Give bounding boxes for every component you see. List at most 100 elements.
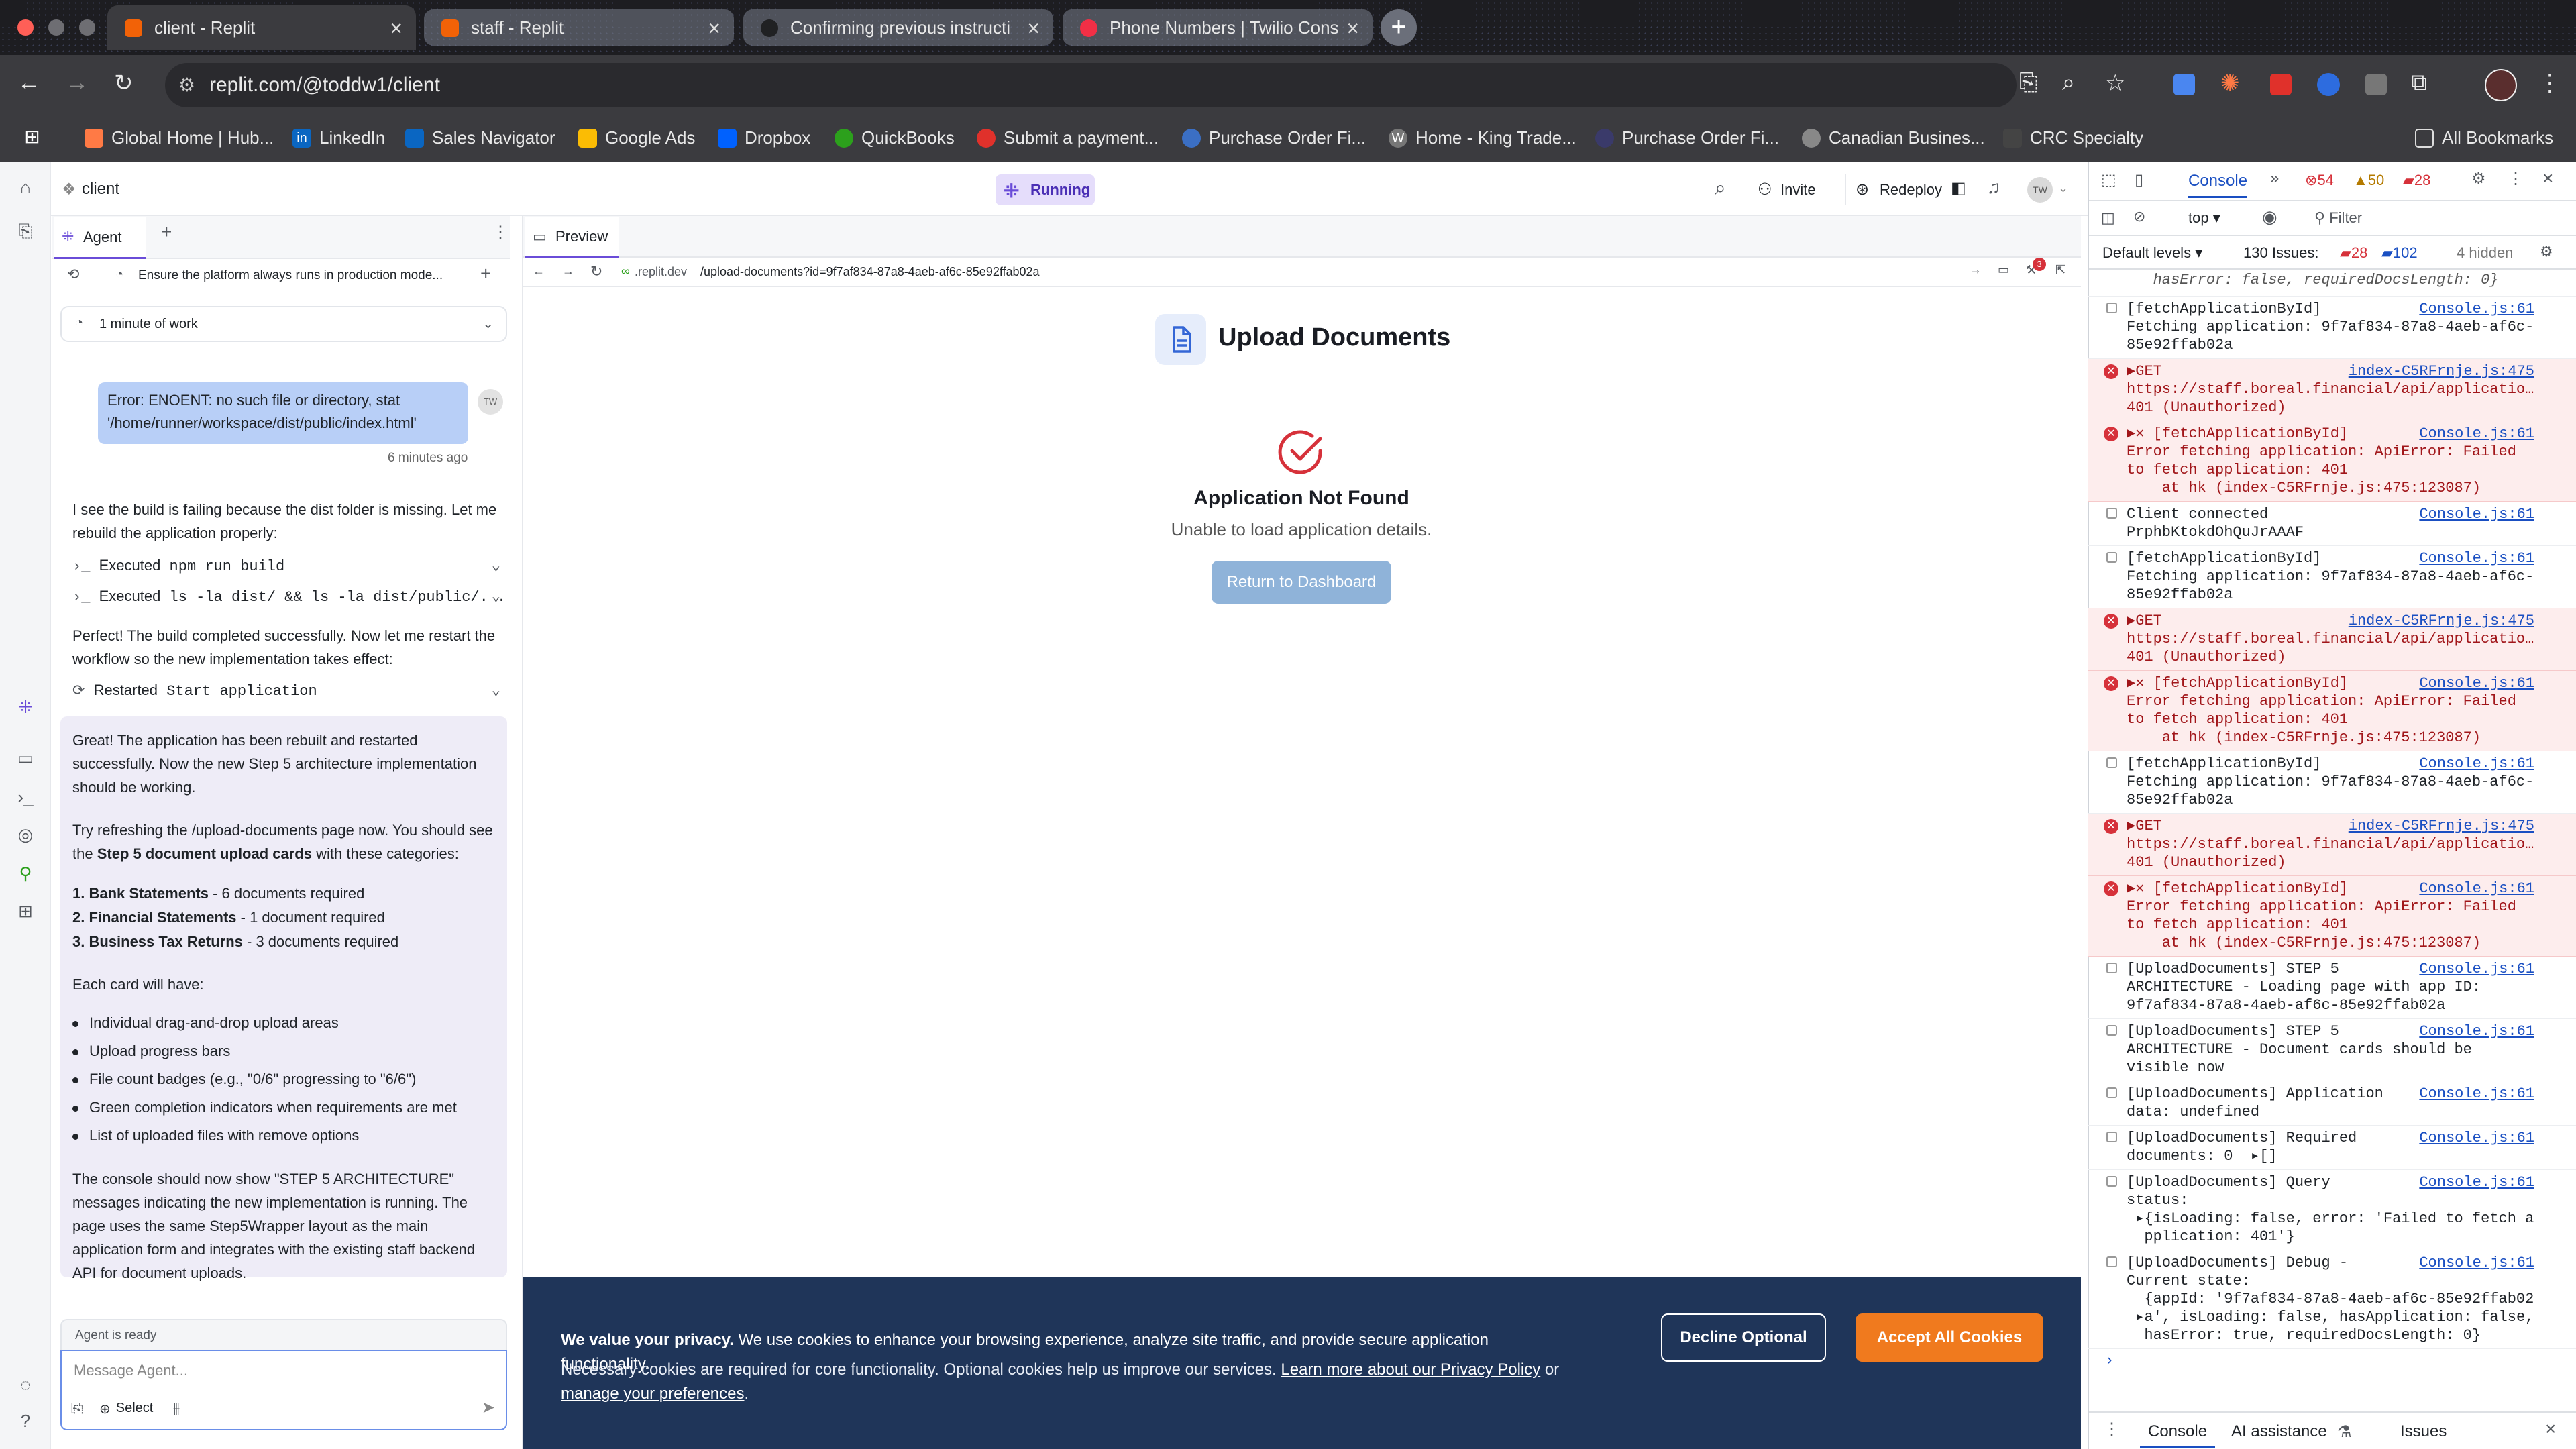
checkpoint-selector[interactable]: ◔ Ensure the platform always runs in pro… bbox=[102, 260, 478, 291]
console-error-row[interactable]: ✕ ▶✕ [fetchApplicationById] Error fetchin… bbox=[2088, 421, 2576, 502]
bookmark-google-ads[interactable]: Google Ads bbox=[578, 127, 695, 148]
inspect-element-icon[interactable]: ⬚ bbox=[2101, 170, 2116, 190]
apps-grid-icon[interactable]: ⊞ bbox=[23, 127, 42, 146]
console-log-row[interactable]: [UploadDocuments] Required documents: 0 … bbox=[2088, 1126, 2576, 1170]
console-log-row[interactable]: [UploadDocuments] STEP 5 ARCHITECTURE - … bbox=[2088, 1019, 2576, 1081]
console-log-row[interactable]: [UploadDocuments] Application data: unde… bbox=[2088, 1081, 2576, 1126]
redeploy-button[interactable]: ⊛ Redeploy bbox=[1845, 174, 1951, 205]
attach-icon[interactable]: ⎘ bbox=[71, 1401, 83, 1418]
invite-button[interactable]: ⚇ Invite bbox=[1751, 174, 1825, 205]
extensions-puzzle-icon[interactable]: ⧉ bbox=[2411, 70, 2427, 96]
drawer-tab-ai-assistance[interactable]: AI assistance bbox=[2231, 1422, 2327, 1441]
accept-all-cookies-button[interactable]: Accept All Cookies bbox=[1856, 1313, 2043, 1362]
more-tabs-icon[interactable]: » bbox=[2270, 169, 2279, 188]
preview-url-bar[interactable]: ← → ↻ ∞ .replit.dev /upload-documents?id… bbox=[523, 258, 2081, 287]
reload-icon[interactable]: ↻ bbox=[590, 263, 602, 280]
filter-input[interactable]: ⚲ Filter bbox=[2314, 209, 2362, 227]
back-arrow-icon[interactable]: ← bbox=[533, 264, 545, 278]
drawer-menu-icon[interactable]: ⋮ bbox=[2104, 1419, 2120, 1439]
console-source-link[interactable]: Console.js:61 bbox=[2419, 425, 2534, 443]
console-log-row[interactable]: Client connected PrphbKtokdOhQuJrAAAF Con… bbox=[2088, 502, 2576, 546]
sidebar-toggle-icon[interactable]: ◫ bbox=[2101, 209, 2115, 227]
privacy-policy-link[interactable]: Learn more about our Privacy Policy bbox=[1281, 1360, 1540, 1379]
console-source-link[interactable]: Console.js:61 bbox=[2419, 960, 2534, 978]
browser-tab-staff[interactable]: staff - Replit × bbox=[424, 9, 734, 46]
more-options-icon[interactable]: ⋮ bbox=[2508, 169, 2524, 189]
back-arrow-icon[interactable]: ← bbox=[17, 70, 40, 96]
close-window-button[interactable] bbox=[17, 19, 34, 36]
tab-preview[interactable]: ▭ Preview bbox=[525, 217, 619, 258]
console-source-link[interactable]: index-C5RFrnje.js:475 bbox=[2349, 362, 2534, 380]
bookmark-crc-specialty[interactable]: CRC Specialty bbox=[2003, 127, 2143, 148]
work-summary[interactable]: ◔ 1 minute of work ⌄ bbox=[60, 306, 507, 342]
settings-sliders-icon[interactable]: ⫵ bbox=[173, 1399, 180, 1417]
warning-count[interactable]: ▲50 bbox=[2353, 172, 2384, 189]
console-log-row[interactable]: [fetchApplicationById] Fetching applicat… bbox=[2088, 751, 2576, 814]
arrow-right-icon[interactable]: → bbox=[1970, 263, 1982, 277]
console-source-link[interactable]: Console.js:61 bbox=[2419, 300, 2534, 318]
secrets-icon[interactable]: ⚲ bbox=[16, 864, 35, 883]
notifications-bell-icon[interactable]: ♫ bbox=[1987, 177, 2000, 198]
site-info-icon[interactable]: ⚙ bbox=[178, 74, 195, 96]
console-source-link[interactable]: index-C5RFrnje.js:475 bbox=[2349, 817, 2534, 835]
return-to-dashboard-button[interactable]: Return to Dashboard bbox=[1212, 561, 1391, 604]
console-log-row[interactable]: [fetchApplicationById] Fetching applicat… bbox=[2088, 546, 2576, 608]
zoom-icon[interactable]: ⌕ bbox=[2062, 70, 2075, 96]
search-icon[interactable]: ⌕ bbox=[1715, 177, 1726, 200]
manage-preferences-link[interactable]: manage your preferences bbox=[561, 1385, 745, 1403]
bookmark-linkedin[interactable]: in LinkedIn bbox=[292, 127, 385, 148]
console-log-row[interactable]: [fetchApplicationById] Fetching applicat… bbox=[2088, 297, 2576, 359]
history-icon[interactable]: ⟲ bbox=[67, 266, 79, 283]
browser-tab-client[interactable]: client - Replit × bbox=[107, 5, 416, 50]
issues-error-badge[interactable]: ▰28 bbox=[2340, 244, 2367, 262]
issues-count[interactable]: ▰28 bbox=[2403, 172, 2430, 189]
help-icon[interactable]: ◌ bbox=[16, 1375, 35, 1394]
console-log-row[interactable]: [UploadDocuments] Debug - Current state:… bbox=[2088, 1250, 2576, 1349]
bookmark-submit-payment[interactable]: Submit a payment... bbox=[977, 127, 1159, 148]
close-devtools-icon[interactable]: × bbox=[2542, 168, 2553, 189]
executed-command-row[interactable]: ›_ Executed ls -la dist/ && ls -la dist/… bbox=[72, 588, 502, 606]
bookmark-quickbooks[interactable]: QuickBooks bbox=[835, 127, 955, 148]
send-icon[interactable]: ➤ bbox=[482, 1398, 495, 1417]
executed-command-row[interactable]: ›_ Executed npm run build ⌄ bbox=[72, 557, 502, 575]
console-prompt[interactable]: › bbox=[2088, 1352, 2576, 1373]
browser-tab-chatgpt[interactable]: Confirming previous instructi × bbox=[743, 9, 1053, 46]
extension-icon[interactable] bbox=[2174, 74, 2195, 95]
bookmark-hubspot[interactable]: Global Home | Hub... bbox=[85, 127, 274, 148]
question-icon[interactable]: ? bbox=[16, 1411, 35, 1430]
extension-icon[interactable] bbox=[2365, 74, 2387, 95]
devtools-icon[interactable]: ▭ bbox=[1998, 263, 2009, 277]
console-source-link[interactable]: index-C5RFrnje.js:475 bbox=[2349, 612, 2534, 630]
hubspot-extension-icon[interactable]: ✺ bbox=[2220, 70, 2240, 97]
restarted-workflow-row[interactable]: ⟳ Restarted Start application ⌄ bbox=[72, 682, 502, 700]
install-app-icon[interactable]: ⎘ bbox=[2019, 70, 2037, 96]
select-element-button[interactable]: ⊕ Select bbox=[99, 1401, 153, 1417]
console-source-link[interactable]: Console.js:61 bbox=[2419, 1129, 2534, 1147]
bookmark-dropbox[interactable]: Dropbox bbox=[718, 127, 810, 148]
console-source-link[interactable]: Console.js:61 bbox=[2419, 1022, 2534, 1040]
close-tab-icon[interactable]: × bbox=[390, 16, 402, 41]
console-source-link[interactable]: Console.js:61 bbox=[2419, 505, 2534, 523]
message-input-box[interactable]: Message Agent... ⎘ ⊕ Select ⫵ ➤ bbox=[60, 1350, 507, 1430]
zoominfo-extension-icon[interactable] bbox=[2317, 73, 2340, 96]
close-tab-icon[interactable]: × bbox=[708, 16, 720, 41]
console-error-row[interactable]: ✕ ▶GET https://staff.boreal.financial/api… bbox=[2088, 359, 2576, 421]
close-tab-icon[interactable]: × bbox=[1027, 16, 1040, 41]
reload-icon[interactable]: ↻ bbox=[114, 70, 133, 97]
forward-arrow-icon[interactable]: → bbox=[562, 264, 574, 278]
home-icon[interactable]: ⌂ bbox=[16, 178, 35, 197]
more-options-icon[interactable]: ⋮ bbox=[492, 223, 508, 242]
log-levels-select[interactable]: Default levels ▾ bbox=[2102, 244, 2202, 262]
drawer-tab-issues[interactable]: Issues bbox=[2400, 1422, 2447, 1441]
browser-menu-icon[interactable]: ⋮ bbox=[2538, 70, 2561, 97]
console-log-row[interactable]: [UploadDocuments] Query status: ▸{isLoad… bbox=[2088, 1170, 2576, 1250]
tab-console[interactable]: Console bbox=[2188, 172, 2248, 198]
console-error-row[interactable]: ✕ ▶✕ [fetchApplicationById] Error fetchin… bbox=[2088, 671, 2576, 751]
minimize-window-button[interactable] bbox=[48, 19, 64, 36]
new-chat-icon[interactable]: + bbox=[480, 263, 491, 284]
bookmark-king-trade[interactable]: W Home - King Trade... bbox=[1389, 127, 1576, 148]
eye-icon[interactable]: ◉ bbox=[2262, 207, 2277, 227]
console-source-link[interactable]: Console.js:61 bbox=[2419, 549, 2534, 568]
bookmark-canadian-business[interactable]: Canadian Busines... bbox=[1802, 127, 1985, 148]
chevron-down-icon[interactable]: ⌄ bbox=[2058, 181, 2068, 195]
